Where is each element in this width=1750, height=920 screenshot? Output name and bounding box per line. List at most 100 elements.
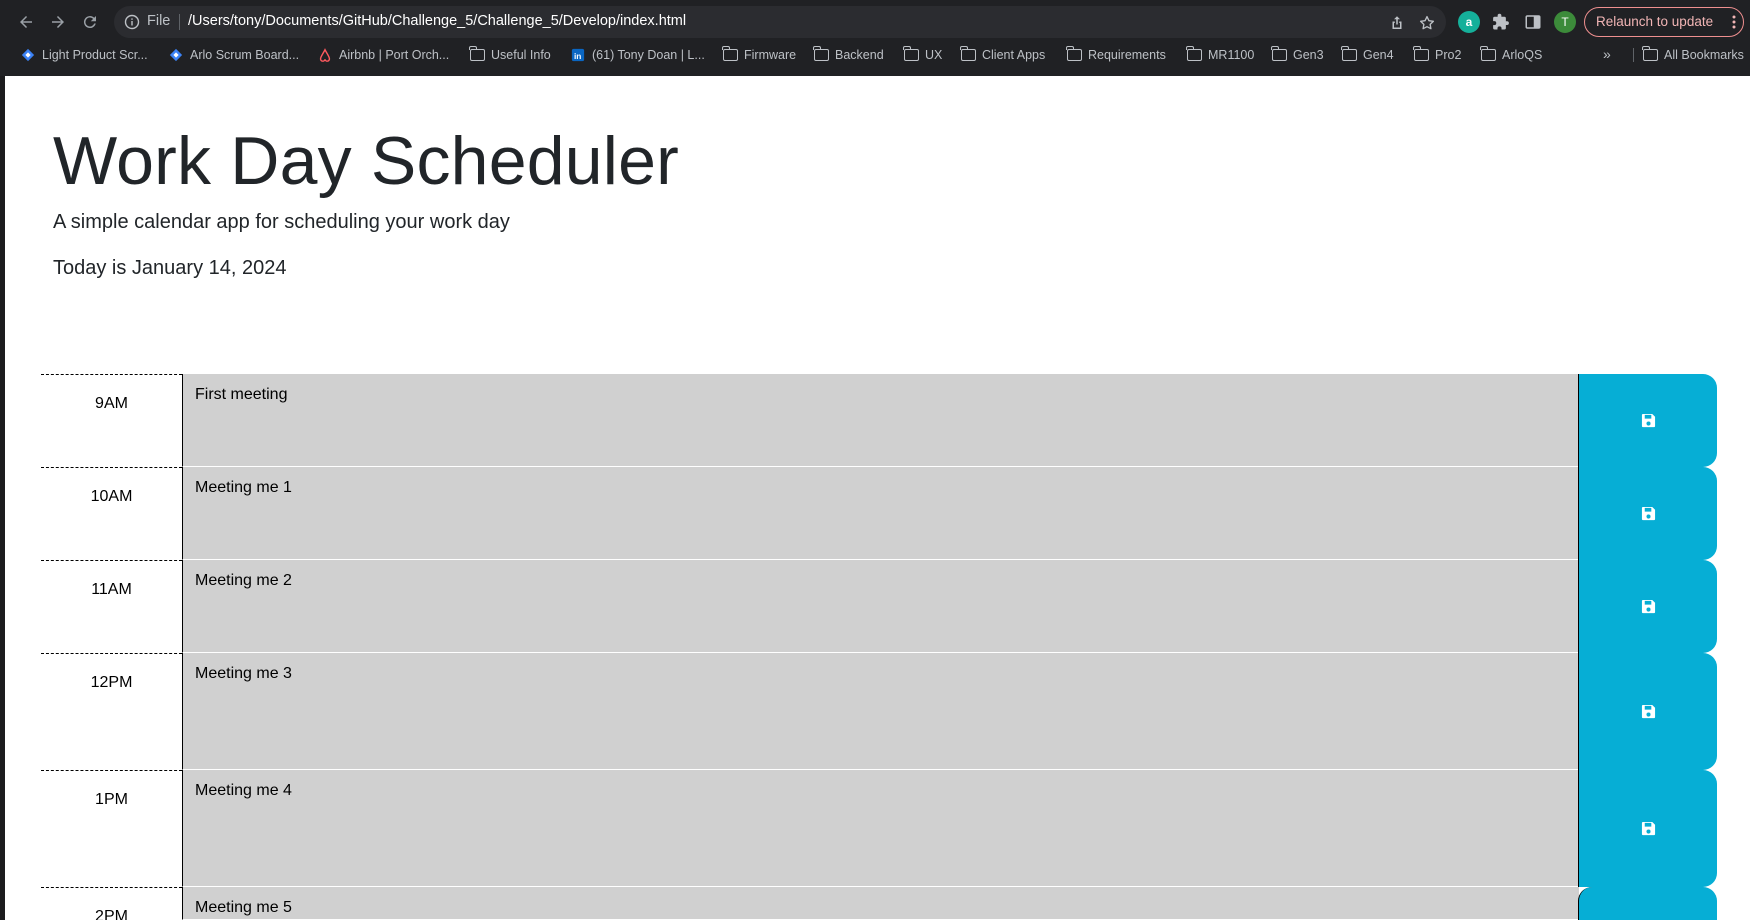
hour-label: 9AM — [41, 374, 182, 467]
time-block-10am: 10AM Meeting me 1 — [41, 467, 1717, 560]
kebab-menu-icon — [1732, 15, 1736, 29]
relaunch-to-update-button[interactable]: Relaunch to update — [1584, 7, 1744, 37]
all-bookmarks-label: All Bookmarks — [1664, 48, 1744, 62]
event-description-input[interactable]: Meeting me 1 — [182, 467, 1579, 560]
time-block-11am: 11AM Meeting me 2 — [41, 560, 1717, 653]
bookmark-item[interactable]: Airbnb | Port Orch... — [317, 48, 449, 62]
extensions-puzzle-icon[interactable] — [1490, 11, 1512, 33]
bookmark-label: Firmware — [744, 48, 797, 62]
bookmark-item[interactable]: Firmware — [722, 46, 797, 62]
time-block-12pm: 12PM Meeting me 3 — [41, 653, 1717, 770]
arrow-right-icon — [52, 16, 64, 28]
bookmark-label: Useful Info — [491, 48, 551, 62]
bookmark-item[interactable]: Client Apps — [960, 46, 1045, 62]
bookmark-star-icon[interactable] — [1418, 14, 1436, 32]
diamond-blue-icon — [168, 48, 184, 62]
floppy-disk-icon — [1641, 704, 1655, 719]
bookmark-item[interactable]: Light Product Scr... — [20, 48, 148, 62]
event-description-input[interactable]: Meeting me 2 — [182, 560, 1579, 653]
event-description-input[interactable]: Meeting me 3 — [182, 653, 1579, 770]
save-button[interactable] — [1578, 374, 1717, 467]
time-block-2pm: 2PM Meeting me 5 — [41, 887, 1717, 920]
forward-button[interactable] — [46, 10, 70, 34]
bookmark-item[interactable]: Backend — [813, 46, 884, 62]
bookmark-label: ArloQS — [1502, 48, 1543, 62]
page-subtitle: A simple calendar app for scheduling you… — [53, 211, 510, 233]
current-date: Today is January 14, 2024 — [53, 257, 287, 279]
info-icon[interactable] — [124, 14, 140, 30]
reload-button[interactable] — [78, 10, 102, 34]
floppy-disk-icon — [1641, 599, 1655, 614]
save-button[interactable] — [1578, 467, 1717, 560]
folder-icon — [722, 46, 738, 62]
folder-icon — [1341, 46, 1357, 62]
bookmark-label: UX — [925, 48, 943, 62]
bookmark-item[interactable]: ArloQS — [1480, 46, 1543, 62]
bookmark-item[interactable]: Requirements — [1066, 46, 1166, 62]
scheme-label: File — [147, 13, 171, 29]
bookmark-label: Airbnb | Port Orch... — [339, 48, 450, 62]
event-description-input[interactable]: Meeting me 5 — [182, 887, 1579, 920]
hour-label: 12PM — [41, 653, 182, 770]
folder-icon — [1271, 46, 1287, 62]
bookmark-label: Light Product Scr... — [42, 48, 148, 62]
bookmark-item[interactable]: Arlo Scrum Board... — [168, 48, 299, 62]
floppy-disk-icon — [1641, 506, 1655, 521]
extension-a-icon[interactable]: a — [1458, 11, 1480, 33]
browser-chrome: File /Users/tony/Documents/GitHub/Challe… — [0, 0, 1750, 76]
save-button[interactable] — [1578, 887, 1717, 920]
bookmark-item[interactable]: Gen4 — [1341, 46, 1394, 62]
hour-label: 1PM — [41, 770, 182, 887]
event-description-input[interactable]: First meeting — [182, 374, 1579, 467]
folder-icon — [1066, 46, 1082, 62]
all-bookmarks-button[interactable]: All Bookmarks — [1633, 46, 1744, 62]
floppy-disk-icon — [1641, 821, 1655, 836]
folder-icon — [813, 46, 829, 62]
side-panel-icon[interactable] — [1522, 11, 1544, 33]
time-block-1pm: 1PM Meeting me 4 — [41, 770, 1717, 887]
save-button[interactable] — [1578, 653, 1717, 770]
page-title: Work Day Scheduler — [53, 123, 679, 199]
airbnb-icon — [317, 48, 333, 62]
bookmark-item[interactable]: Pro2 — [1413, 46, 1461, 62]
floppy-disk-icon — [1641, 413, 1655, 428]
time-block-9am: 9AM First meeting — [41, 374, 1717, 467]
bookmark-item[interactable]: UX — [903, 46, 943, 62]
profile-avatar[interactable]: T — [1554, 11, 1576, 33]
bookmark-label: MR1100 — [1208, 48, 1255, 62]
folder-icon — [960, 46, 976, 62]
page-content: Work Day Scheduler A simple calendar app… — [5, 76, 1750, 920]
browser-toolbar: File /Users/tony/Documents/GitHub/Challe… — [0, 0, 1750, 44]
hour-label: 10AM — [41, 467, 182, 560]
bookmarks-bar: Light Product Scr... Arlo Scrum Board...… — [0, 44, 1750, 68]
bookmark-item[interactable]: MR1100 — [1186, 46, 1255, 62]
omnibox-divider — [179, 14, 180, 30]
folder-icon — [1480, 46, 1496, 62]
url-text[interactable]: /Users/tony/Documents/GitHub/Challenge_5… — [188, 13, 686, 29]
address-bar[interactable]: File /Users/tony/Documents/GitHub/Challe… — [114, 6, 1446, 38]
extension-letter: a — [1465, 15, 1473, 29]
back-button[interactable] — [14, 10, 38, 34]
folder-icon — [1642, 46, 1658, 62]
hour-label: 11AM — [41, 560, 182, 653]
folder-icon — [903, 46, 919, 62]
folder-icon — [469, 46, 485, 62]
bookmark-item[interactable]: Gen3 — [1271, 46, 1324, 62]
chevron-double-right-icon: » — [1603, 46, 1611, 62]
reload-icon — [83, 16, 96, 29]
bookmark-label: Gen4 — [1363, 48, 1394, 62]
relaunch-label: Relaunch to update — [1596, 14, 1714, 29]
bookmark-item[interactable]: in (61) Tony Doan | L... — [570, 48, 705, 62]
arrow-left-icon — [20, 16, 32, 28]
save-button[interactable] — [1578, 770, 1717, 887]
event-description-input[interactable]: Meeting me 4 — [182, 770, 1579, 887]
share-icon[interactable] — [1388, 14, 1406, 32]
bookmarks-overflow-button[interactable]: » — [1603, 46, 1611, 62]
bookmark-label: Arlo Scrum Board... — [190, 48, 300, 62]
bookmark-item[interactable]: Useful Info — [469, 46, 551, 62]
folder-icon — [1186, 46, 1202, 62]
bookmark-label: Gen3 — [1293, 48, 1324, 62]
save-button[interactable] — [1578, 560, 1717, 653]
linkedin-icon: in — [570, 48, 586, 62]
hour-label: 2PM — [41, 887, 182, 920]
